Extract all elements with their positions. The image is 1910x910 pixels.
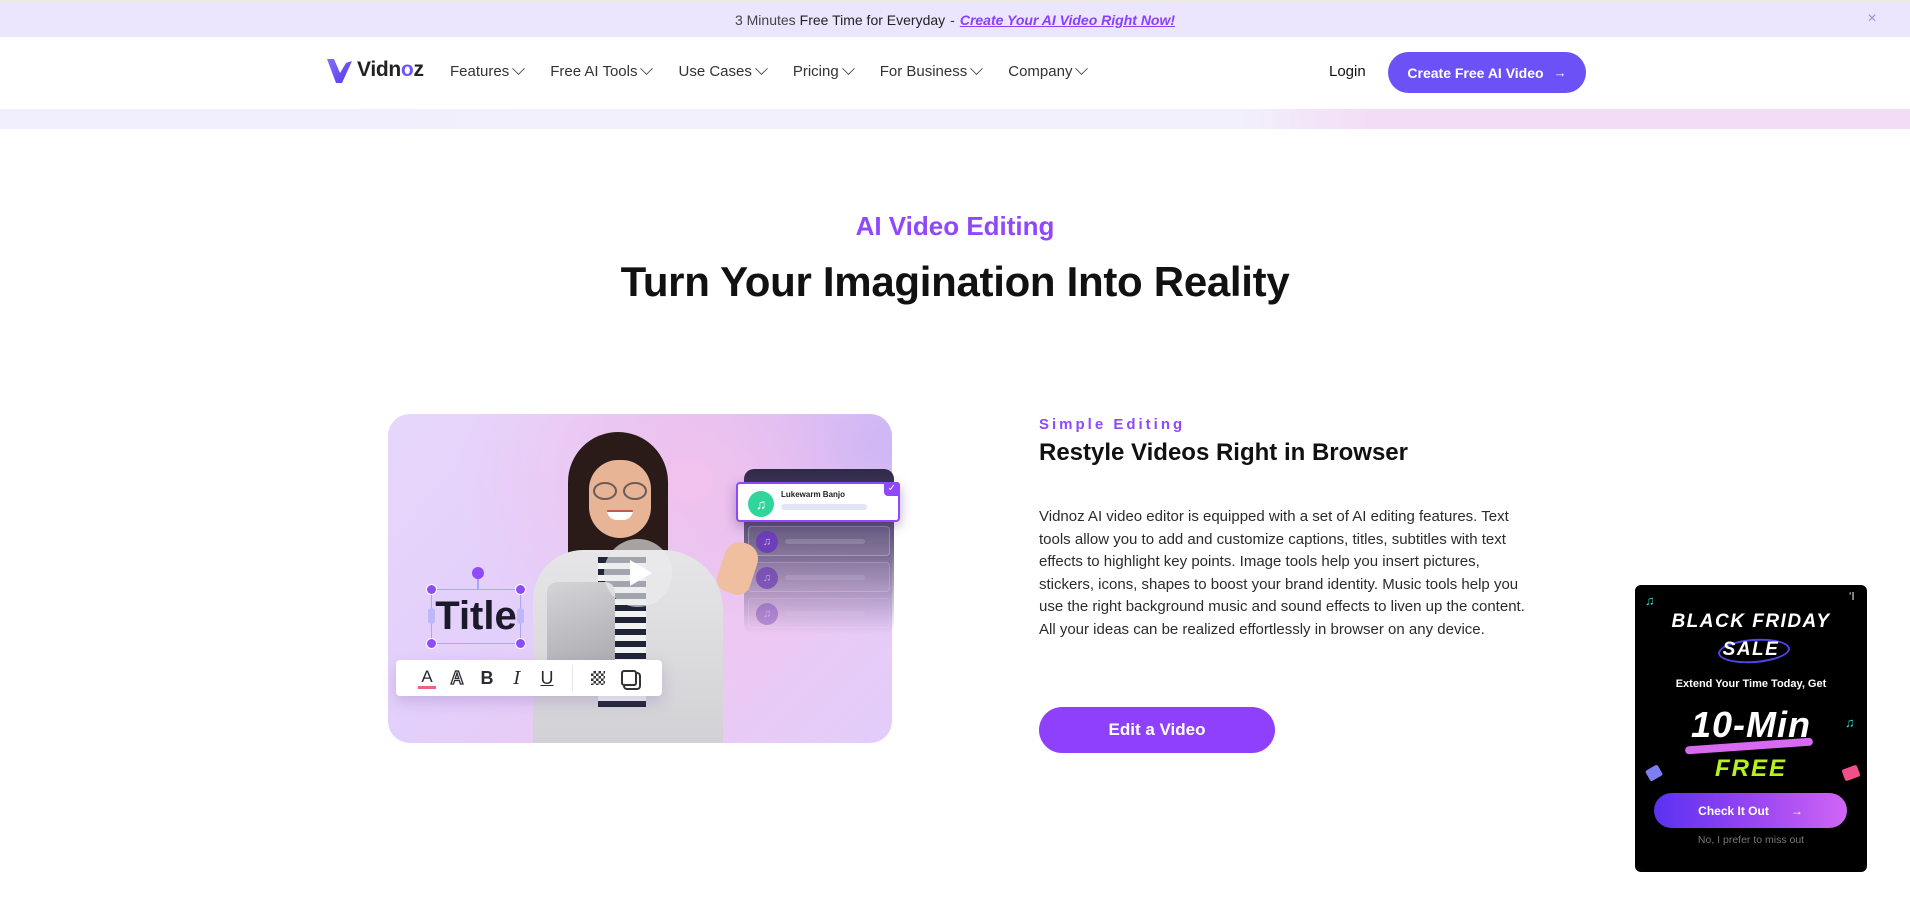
- rotate-handle-icon: [472, 567, 484, 579]
- title-text-box: Title: [426, 567, 526, 649]
- selected-music-track: ♫ Lukewarm Banjo ✓: [736, 482, 900, 522]
- play-icon: [630, 560, 652, 586]
- text-format-toolbar: A A B I U: [396, 660, 662, 696]
- promo-free: FREE: [1714, 755, 1787, 782]
- nav-company[interactable]: Company: [1008, 62, 1089, 80]
- track-placeholder: [785, 539, 865, 544]
- sparkle-icon: ʻⅼ: [1849, 591, 1855, 603]
- music-note-icon: ♫: [1645, 593, 1655, 608]
- resize-handle: [426, 638, 437, 649]
- track-progress: [781, 504, 867, 510]
- track-placeholder: [785, 575, 865, 580]
- nav-for-business[interactable]: For Business: [880, 62, 984, 80]
- check-icon: ✓: [884, 482, 900, 496]
- feature-description: Vidnoz AI video editor is equipped with …: [1039, 508, 1525, 638]
- music-list-item: ♫: [748, 598, 890, 628]
- music-list-item: ♫: [748, 526, 890, 556]
- chevron-down-icon: [754, 62, 768, 76]
- promo-offer: 10-Min: [1690, 704, 1811, 745]
- section-eyebrow: AI Video Editing: [855, 211, 1055, 241]
- logo-wordmark: Vidnoz: [357, 58, 424, 81]
- track-name: Lukewarm Banjo: [781, 490, 846, 499]
- logo[interactable]: Vidnoz: [326, 55, 424, 85]
- announcement-lead: 3 Minutes: [734, 11, 796, 28]
- check-it-out-button[interactable]: Check It Out →: [1654, 793, 1847, 828]
- announcement-separator: -: [950, 11, 955, 28]
- track-placeholder: [785, 611, 865, 616]
- dismiss-promo-link[interactable]: No, I prefer to miss out: [1635, 834, 1867, 846]
- feature-eyebrow: Simple Editing: [1039, 416, 1186, 433]
- decorative-gradient-strip: [0, 109, 1910, 129]
- chevron-down-icon: [512, 62, 526, 76]
- editor-illustration: ♫ ♫ ♫ ♫ Lukewarm Banjo ✓ Title A A B I U: [388, 414, 900, 743]
- nav-use-cases[interactable]: Use Cases: [678, 62, 768, 80]
- text-outline-icon: A: [450, 667, 464, 688]
- resize-handle: [515, 638, 526, 649]
- site-header: Vidnoz Features Free AI Tools Use Cases …: [0, 37, 1910, 109]
- title-text: Title: [435, 594, 517, 638]
- arrow-right-icon: →: [1553, 65, 1567, 80]
- promo-title: BLACK FRIDAY: [1671, 611, 1831, 632]
- nav-features[interactable]: Features: [450, 62, 526, 80]
- play-button: [604, 539, 672, 607]
- edit-a-video-button[interactable]: Edit a Video: [1039, 707, 1275, 753]
- chevron-down-icon: [640, 62, 654, 76]
- login-link[interactable]: Login: [1329, 63, 1366, 80]
- transparency-icon: [591, 671, 605, 685]
- layers-icon: [621, 670, 637, 686]
- italic-icon: I: [513, 667, 521, 689]
- music-note-icon: ♫: [756, 603, 778, 625]
- section-headline: Turn Your Imagination Into Reality: [620, 258, 1290, 305]
- bold-icon: B: [480, 667, 494, 688]
- music-note-icon: ♫: [756, 531, 778, 553]
- music-note-icon: ♫: [748, 491, 774, 517]
- feature-title: Restyle Videos Right in Browser: [1039, 439, 1408, 466]
- nav-pricing[interactable]: Pricing: [793, 62, 855, 80]
- close-icon[interactable]: ×: [1864, 11, 1880, 27]
- font-color-icon: A: [418, 667, 436, 689]
- chevron-down-icon: [841, 62, 855, 76]
- promo-subtitle: Extend Your Time Today, Get: [1675, 678, 1827, 690]
- create-free-ai-video-button[interactable]: Create Free AI Video →: [1388, 52, 1586, 93]
- chevron-down-icon: [1075, 62, 1089, 76]
- promo-sale: SALE: [1722, 639, 1780, 660]
- chevron-down-icon: [970, 62, 984, 76]
- music-list-item: ♫: [748, 562, 890, 592]
- underline-icon: U: [540, 667, 554, 688]
- main-nav: Features Free AI Tools Use Cases Pricing…: [450, 62, 1113, 80]
- resize-handle: [515, 584, 526, 595]
- music-note-icon: ♫: [756, 567, 778, 589]
- vidnoz-logo-icon: [327, 59, 352, 83]
- announcement-link[interactable]: Create Your AI Video Right Now!: [960, 12, 1175, 28]
- resize-handle: [426, 584, 437, 595]
- arrow-right-icon: →: [1790, 803, 1803, 818]
- announcement-text: Free Time for Everyday: [799, 11, 946, 28]
- nav-free-ai-tools[interactable]: Free AI Tools: [550, 62, 654, 80]
- black-friday-popup: ♫ ʻⅼ ♫ BLACK FRIDAY SALE Extend Your Tim…: [1635, 585, 1867, 872]
- announcement-bar: 3 Minutes Free Time for Everyday - Creat…: [0, 0, 1910, 37]
